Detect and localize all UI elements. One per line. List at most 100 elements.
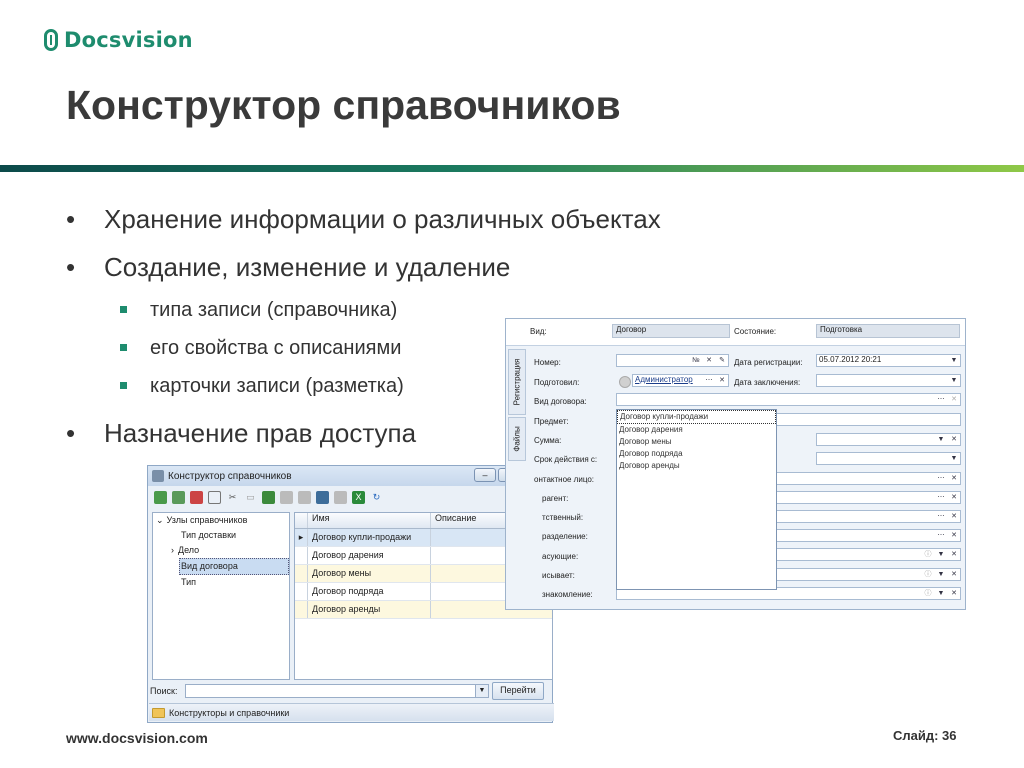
clear-icon[interactable]: ✕ [948,394,960,405]
tree-item-selected[interactable]: Вид договора [179,558,289,575]
edit-row-icon[interactable] [280,490,293,504]
clear-icon[interactable]: ✕ [703,355,715,366]
app-icon [152,470,164,482]
edit-node-icon[interactable] [172,490,185,504]
status-bar: Конструкторы и справочники [149,703,554,721]
acquaint-label: знакомление: [542,590,593,599]
bullet-item: Создание, изменение и удаление [66,248,510,296]
prepared-field[interactable]: Администратор ⋯ ✕ [632,374,729,387]
more-icon[interactable]: ⋯ [935,530,947,541]
chevron-down-icon[interactable]: ▼ [935,588,947,599]
tab-files[interactable]: Файлы [508,417,526,461]
layout-icon[interactable] [316,490,329,504]
chevron-down-icon[interactable]: ▼ [948,355,960,366]
search-input[interactable]: ▼ [185,684,489,698]
delete-row-icon[interactable] [298,490,311,504]
contract-type-label: Вид договора: [534,397,587,406]
chevron-down-icon[interactable]: ▼ [948,453,960,464]
row-pointer-icon: ▸ [295,529,308,546]
tree-root[interactable]: ⌄ Узлы справочников [153,513,289,528]
tree-item[interactable]: › Дело [153,543,289,558]
chevron-down-icon[interactable]: ▼ [935,434,947,445]
number-sign: № [692,357,700,364]
chevron-down-icon[interactable]: ▼ [935,569,947,580]
search-label: Поиск: [150,686,178,696]
number-field[interactable]: № ✕ ✎ [616,354,729,367]
dropdown-item[interactable]: Договор купли-продажи [617,410,776,424]
prepared-label: Подготовил: [534,378,580,387]
cut-icon[interactable]: ✂ [226,491,239,504]
status-text: Конструкторы и справочники [169,707,290,718]
paperclip-icon [44,29,58,51]
go-button[interactable]: Перейти [492,682,544,700]
term-field[interactable]: ▼ [816,452,961,465]
sub-bullet-item: карточки записи (разметка) [66,372,506,410]
user-status-icon [619,376,631,388]
approvers-label: асующие: [542,552,579,561]
department-label: разделение: [542,532,588,541]
directory-designer-window: Конструктор справочников – □ × ✂ ▭ X ↻ ⌄… [147,465,554,723]
expand-icon[interactable]: › [171,545,178,555]
state-field: Подготовка [816,324,960,338]
sum-label: Сумма: [534,436,562,445]
chevron-down-icon[interactable]: ▼ [475,685,488,697]
slide-number: Слайд: 36 [893,728,957,743]
chevron-down-icon[interactable]: ▼ [935,549,947,560]
window-title: Конструктор справочников [168,470,292,482]
clear-icon[interactable]: ✕ [716,375,728,386]
number-label: Номер: [534,358,561,367]
clear-icon[interactable]: ✕ [948,549,960,560]
tab-registration[interactable]: Регистрация [508,349,526,415]
chevron-down-icon[interactable]: ▼ [948,375,960,386]
dropdown-item[interactable]: Договор подряда [617,448,776,460]
kind-label: Вид: [530,327,547,336]
collapse-icon[interactable]: ⌄ [153,515,167,525]
concl-date-label: Дата заключения: [734,378,801,387]
clear-icon[interactable]: ✕ [948,588,960,599]
new-node-icon[interactable] [154,490,167,504]
more-icon[interactable]: ⋯ [935,511,947,522]
more-icon[interactable]: ⋯ [935,492,947,503]
bullet-list: Хранение информации о различных объектах… [66,200,661,462]
dropdown-item[interactable]: Договор дарения [617,424,776,436]
clear-icon[interactable]: ✕ [948,434,960,445]
contract-type-field[interactable]: ⋯ ✕ [616,393,961,406]
clear-icon[interactable]: ✕ [948,473,960,484]
sum-currency-field[interactable]: ▼ ✕ [816,433,961,446]
refresh-icon[interactable]: ↻ [370,491,383,504]
more-icon[interactable]: ⋯ [935,394,947,405]
counterparty-label: рагент: [542,494,569,503]
signer-label: исывает: [542,571,575,580]
clear-icon[interactable]: ✕ [948,530,960,541]
dropdown-item[interactable]: Договор аренды [617,460,776,472]
add-row-icon[interactable] [262,490,275,504]
excel-export-icon[interactable]: X [352,490,365,504]
clear-icon[interactable]: ✕ [948,511,960,522]
info-icon[interactable]: ⓘ [922,569,934,580]
sub-bullet-item: его свойства с описаниями [66,334,506,372]
paste-icon[interactable]: ▭ [244,491,257,504]
reg-date-field[interactable]: 05.07.2012 20:21 ▼ [816,354,961,367]
copy-icon[interactable] [208,490,221,504]
sub-bullet-item: типа записи (справочника) [66,296,506,334]
toolbar: ✂ ▭ X ↻ [148,486,552,508]
delete-node-icon[interactable] [190,490,203,504]
header-divider [0,165,1024,172]
tree-item[interactable]: Тип [153,575,289,590]
tree-item[interactable]: Тип доставки [153,528,289,543]
minimize-button[interactable]: – [474,468,496,482]
clear-icon[interactable]: ✕ [948,492,960,503]
column-header-name[interactable]: Имя [308,513,431,528]
info-icon[interactable]: ⓘ [922,588,934,599]
card-header: Вид: Договор Состояние: Подготовка [506,319,965,346]
dropdown-item[interactable]: Договор мены [617,436,776,448]
pen-icon[interactable]: ✎ [716,355,728,366]
info-icon[interactable]: ⓘ [922,549,934,560]
rights-icon[interactable] [334,490,347,504]
bullet-item: Хранение информации о различных объектах [66,200,661,248]
docsvision-logo: Docsvision [44,28,193,52]
more-icon[interactable]: ⋯ [703,375,715,386]
concl-date-field[interactable]: ▼ [816,374,961,387]
more-icon[interactable]: ⋯ [935,473,947,484]
clear-icon[interactable]: ✕ [948,569,960,580]
